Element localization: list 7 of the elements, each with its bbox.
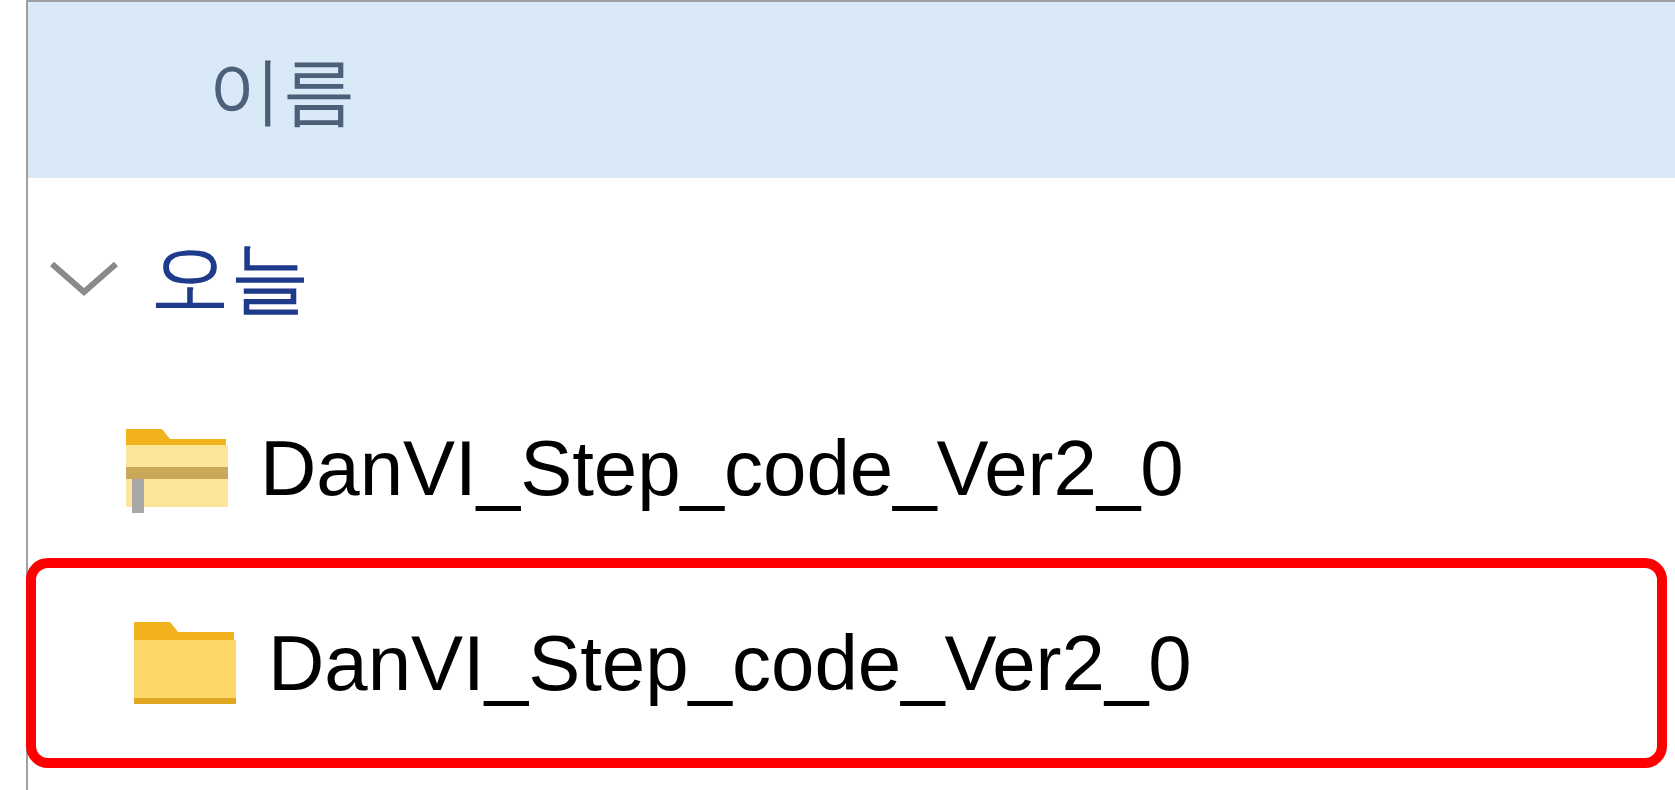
file-row[interactable]: DanVI_Step_code_Ver2_0 [26, 558, 1667, 768]
file-name: DanVI_Step_code_Ver2_0 [260, 422, 1184, 514]
file-name: DanVI_Step_code_Ver2_0 [268, 617, 1192, 709]
file-row[interactable]: DanVI_Step_code_Ver2_0 [28, 378, 1675, 558]
column-header[interactable]: 이름 [28, 2, 1675, 178]
group-label[interactable]: 오늘 [150, 218, 310, 338]
folder-icon [132, 620, 238, 706]
